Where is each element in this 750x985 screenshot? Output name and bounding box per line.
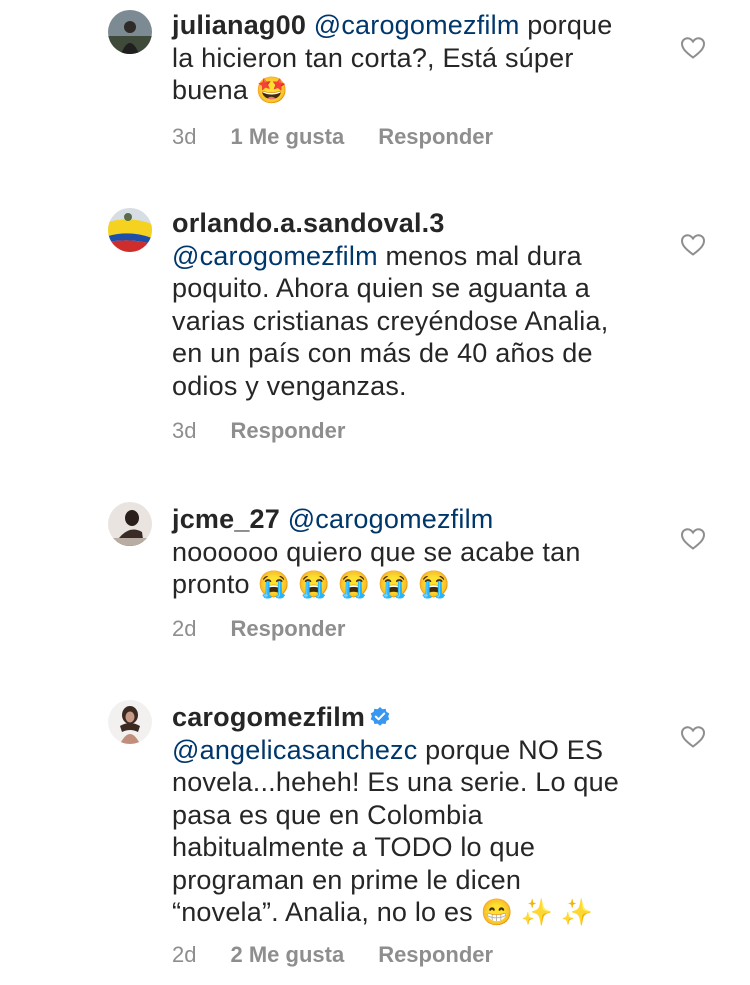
profile-photo <box>108 502 152 546</box>
like-button[interactable] <box>680 36 706 60</box>
avatar[interactable] <box>108 10 152 54</box>
colombia-flag-avatar <box>108 208 152 252</box>
reply-button[interactable]: Responder <box>230 616 345 641</box>
mention-link[interactable]: @carogomezfilm <box>314 10 520 40</box>
heart-outline-icon <box>680 234 706 256</box>
comment-text: porque NO ES <box>417 734 604 765</box>
timestamp: 2d <box>172 942 197 967</box>
reply-button[interactable]: Responder <box>378 124 493 149</box>
avatar[interactable] <box>108 502 152 546</box>
mention-link[interactable]: @carogomezfilm <box>172 241 378 271</box>
comment-text: pronto <box>172 569 258 599</box>
username[interactable]: carogomezfilm <box>172 702 365 732</box>
comment-text: varias cristianas creyéndose Analia, <box>172 305 609 336</box>
comment-text: la hicieron tan corta?, Está súper <box>172 42 574 73</box>
comment-text: programan en prime le dicen <box>172 864 522 895</box>
mention-link[interactable]: @angelicasanchezc <box>172 735 417 765</box>
comment-text: en un país con más de 40 años de <box>172 338 593 368</box>
comment-text: “novela”. Analia, no lo es <box>172 897 481 927</box>
reply-button[interactable]: Responder <box>230 418 345 443</box>
timestamp: 3d <box>172 124 197 149</box>
like-button[interactable] <box>680 233 706 257</box>
avatar[interactable] <box>108 700 152 744</box>
comment-text: poquito. Ahora quien se aguanta a <box>172 273 590 303</box>
grinning-sparkles-emoji: 😁 ✨ ✨ <box>480 897 594 927</box>
reply-button[interactable]: Responder <box>378 942 493 967</box>
mention-link[interactable]: @carogomezfilm <box>288 504 494 534</box>
likes-count[interactable]: 1 Me gusta <box>230 124 344 149</box>
comment-text: porque <box>519 10 613 40</box>
comment-text: menos mal dura <box>377 240 582 271</box>
comment-text: buena <box>172 75 256 105</box>
username[interactable]: jcme_27 <box>172 504 280 534</box>
verified-badge-icon <box>370 707 390 726</box>
profile-photo <box>108 700 152 744</box>
crying-face-emoji: 😭 😭 😭 😭 😭 <box>257 569 451 599</box>
username[interactable]: orlando.a.sandoval.3 <box>172 208 445 238</box>
comment-text: odios y venganzas. <box>172 370 407 401</box>
like-button[interactable] <box>680 527 706 551</box>
timestamp: 3d <box>172 418 197 443</box>
username[interactable]: julianag00 <box>172 10 306 40</box>
avatar[interactable] <box>108 208 152 252</box>
comment-text: noooooo quiero que se acabe tan <box>172 536 581 567</box>
star-struck-emoji: 🤩 <box>255 75 289 105</box>
comment-text: pasa es que en Colombia <box>172 799 483 830</box>
timestamp: 2d <box>172 616 197 641</box>
comment-text: habitualmente a TODO lo que <box>172 832 536 862</box>
heart-outline-icon <box>680 37 706 59</box>
heart-outline-icon <box>680 726 706 748</box>
profile-photo <box>108 10 152 54</box>
heart-outline-icon <box>680 528 706 550</box>
like-button[interactable] <box>680 725 706 749</box>
comment-text: novela...heheh! Es una serie. Lo que <box>172 767 620 797</box>
likes-count[interactable]: 2 Me gusta <box>230 942 344 967</box>
